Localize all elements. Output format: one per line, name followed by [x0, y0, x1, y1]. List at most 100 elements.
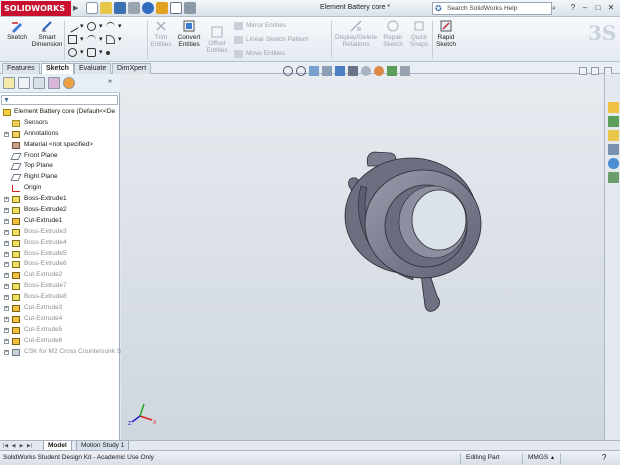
arc-icon[interactable] — [87, 35, 96, 44]
file-explorer-icon[interactable] — [608, 130, 619, 141]
sketch-button[interactable]: Sketch — [4, 19, 30, 41]
expand-toggle-icon[interactable]: + — [4, 327, 9, 333]
search-icon[interactable]: ⌕ — [552, 2, 563, 15]
tree-item[interactable]: Material <not specified> — [0, 140, 120, 151]
tree-item[interactable]: + Cut-Extrude6 — [0, 336, 120, 347]
expand-panel-icon[interactable]: » — [108, 78, 112, 85]
expand-toggle-icon[interactable]: + — [4, 197, 9, 203]
circle-icon[interactable] — [87, 22, 96, 31]
quick-snaps-button[interactable]: Quick Snaps — [407, 19, 431, 48]
options-icon[interactable] — [184, 2, 196, 14]
view-orientation-icon[interactable] — [335, 66, 345, 76]
expand-toggle-icon[interactable]: + — [4, 251, 9, 257]
new-document-icon[interactable] — [86, 2, 98, 14]
expand-toggle-icon[interactable]: + — [4, 208, 9, 214]
expand-toggle-icon[interactable]: + — [4, 316, 9, 322]
prev-tab-arrow-icon[interactable]: ◀ — [10, 442, 17, 450]
tree-item[interactable]: + Cut-Extrude4 — [0, 314, 120, 325]
tree-item[interactable]: + Cut-Extrude1 — [0, 216, 120, 227]
tree-item[interactable]: + Cut-Extrude3 — [0, 303, 120, 314]
linear-pattern-button[interactable]: Linear Sketch Pattern — [234, 35, 309, 45]
open-folder-icon[interactable] — [100, 2, 112, 14]
first-tab-arrow-icon[interactable]: |◀ — [2, 442, 9, 450]
expand-toggle-icon[interactable]: + — [4, 218, 9, 224]
tree-item[interactable]: + Boss-Extrude3 — [0, 227, 120, 238]
dropdown-arrow-icon[interactable]: ▾ — [99, 22, 103, 31]
expand-toggle-icon[interactable]: + — [4, 273, 9, 279]
tree-item[interactable]: Front Plane — [0, 151, 120, 162]
maximize-icon[interactable]: □ — [593, 3, 603, 13]
tab-features[interactable]: Features — [2, 63, 40, 74]
design-library-icon[interactable] — [608, 116, 619, 127]
dropdown-arrow-icon[interactable]: ▾ — [118, 35, 122, 44]
polygon-icon[interactable] — [87, 48, 96, 57]
edit-appearance-icon[interactable] — [374, 66, 384, 76]
display-manager-icon[interactable] — [63, 77, 75, 89]
mirror-entities-button[interactable]: Mirror Entities — [234, 21, 286, 31]
help-status-icon[interactable]: ? — [602, 451, 606, 465]
tree-item[interactable]: + Boss-Extrude5 — [0, 249, 120, 260]
dropdown-arrow-icon[interactable]: ▾ — [80, 35, 84, 44]
display-delete-relations-button[interactable]: Display/Delete Relations — [333, 19, 379, 48]
fillet-icon[interactable] — [106, 35, 115, 44]
close-icon[interactable]: ✕ — [606, 3, 616, 13]
expand-toggle-icon[interactable]: + — [4, 240, 9, 246]
tree-item[interactable]: Right Plane — [0, 172, 120, 183]
tree-item[interactable]: + Boss-Extrude7 — [0, 281, 120, 292]
part-model[interactable] — [121, 74, 604, 440]
smart-dimension-button[interactable]: Smart Dimension — [31, 19, 63, 48]
dropdown-arrow-icon[interactable]: ▾ — [80, 22, 84, 31]
undo-icon[interactable] — [142, 2, 154, 14]
viewport-restore-icon[interactable] — [591, 67, 599, 75]
help-search-input[interactable]: ✪ Search SolidWorks Help ⌕ — [432, 2, 556, 15]
tree-item[interactable]: + CSK for M2 Cross Countersunk S — [0, 347, 121, 358]
expand-toggle-icon[interactable]: + — [4, 349, 9, 355]
tree-item[interactable]: + Boss-Extrude2 — [0, 205, 120, 216]
next-tab-arrow-icon[interactable]: ▶ — [18, 442, 25, 450]
move-entities-button[interactable]: Move Entities — [234, 49, 285, 59]
expand-toggle-icon[interactable]: + — [4, 284, 9, 290]
minimize-icon[interactable]: – — [580, 3, 590, 13]
solidworks-logo[interactable]: SOLIDWORKS — [1, 1, 71, 16]
expand-toggle-icon[interactable]: + — [4, 131, 9, 137]
zoom-to-area-icon[interactable] — [296, 66, 306, 76]
hide-show-items-icon[interactable] — [361, 66, 371, 76]
dropdown-arrow-icon[interactable]: ▾ — [80, 48, 84, 57]
tree-item[interactable]: Top Plane — [0, 161, 120, 172]
print-icon[interactable] — [128, 2, 140, 14]
tree-item[interactable]: Origin — [0, 183, 120, 194]
help-icon[interactable]: ? — [568, 3, 578, 13]
zoom-to-fit-icon[interactable] — [283, 66, 293, 76]
view-settings-icon[interactable] — [400, 66, 410, 76]
property-manager-icon[interactable] — [18, 77, 30, 89]
custom-properties-icon[interactable] — [608, 172, 619, 183]
tree-filter-input[interactable]: ▼ — [1, 95, 118, 105]
tree-item[interactable]: + Boss-Extrude8 — [0, 292, 120, 303]
expand-toggle-icon[interactable]: + — [4, 306, 9, 312]
apply-scene-icon[interactable] — [387, 66, 397, 76]
offset-entities-button[interactable]: Offset Entities — [205, 25, 229, 54]
dimxpert-manager-icon[interactable] — [48, 77, 60, 89]
previous-view-icon[interactable] — [309, 66, 319, 76]
viewport-minimize-icon[interactable] — [579, 67, 587, 75]
tree-item[interactable]: + Cut-Extrude5 — [0, 325, 120, 336]
rebuild-icon[interactable] — [156, 2, 168, 14]
tree-root-part[interactable]: Element Battery core (Default<<De — [0, 107, 120, 118]
dropdown-arrow-icon[interactable]: ▾ — [99, 48, 103, 57]
tab-dimxpert[interactable]: DimXpert — [112, 63, 152, 74]
dropdown-arrow-icon[interactable]: ▾ — [99, 35, 103, 44]
view-palette-icon[interactable] — [608, 144, 619, 155]
feature-tree-icon[interactable] — [3, 77, 15, 89]
select-icon[interactable] — [170, 2, 182, 14]
tree-item[interactable]: Sensors — [0, 118, 120, 129]
tree-item[interactable]: + Annotations — [0, 129, 120, 140]
expand-toggle-icon[interactable]: + — [4, 262, 9, 268]
convert-entities-button[interactable]: Convert Entities — [175, 19, 203, 48]
dropdown-arrow-icon[interactable]: ▾ — [118, 22, 122, 31]
spline-icon[interactable] — [106, 22, 115, 31]
tree-item[interactable]: + Cut-Extrude2 — [0, 270, 120, 281]
menu-arrow-icon[interactable]: ▶ — [73, 3, 81, 14]
section-view-icon[interactable] — [322, 66, 332, 76]
last-tab-arrow-icon[interactable]: ▶| — [26, 442, 33, 450]
rapid-sketch-button[interactable]: Rapid Sketch — [434, 19, 458, 48]
